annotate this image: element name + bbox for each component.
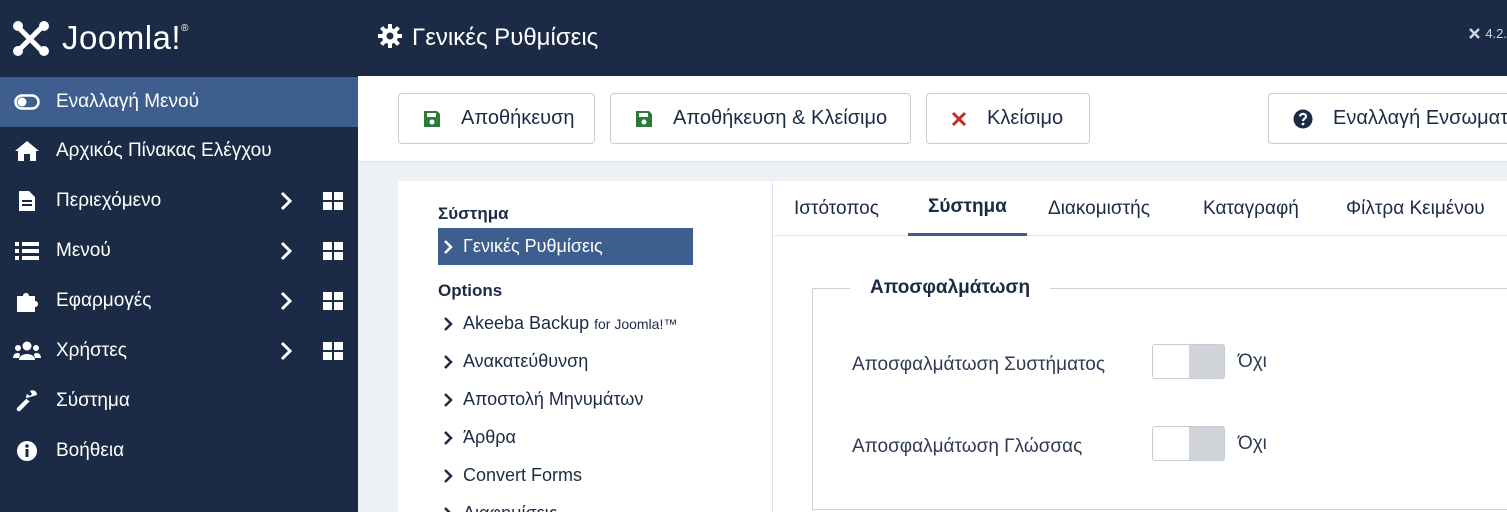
sidebar-item-dashboard[interactable]: Αρχικός Πίνακας Ελέγχου [0, 126, 358, 176]
debug-language-switch[interactable] [1152, 426, 1225, 461]
list-icon [13, 241, 41, 261]
chevron-right-icon [443, 354, 453, 369]
debug-language-value: Όχι [1238, 433, 1267, 454]
config-panel: Σύστημα Γενικές Ρυθμίσεις Options Akeeba… [398, 181, 1507, 512]
page-title: Γενικές Ρυθμίσεις [412, 24, 599, 51]
nav-item-suffix: for Joomla!™ [594, 315, 678, 332]
file-icon [13, 190, 41, 212]
joomla-small-icon [1469, 28, 1481, 39]
brand-name: Joomla! [62, 19, 182, 56]
chevron-right-icon[interactable] [279, 191, 293, 217]
debug-system-label: Αποσφαλμάτωση Συστήματος [852, 354, 1106, 375]
tab-text-filters[interactable]: Φίλτρα Κειμένου [1326, 181, 1505, 236]
sidebar-item-system[interactable]: Σύστημα [0, 376, 358, 426]
close-label: Κλείσιμο [987, 107, 1064, 129]
version-text: 4.2. [1485, 26, 1507, 41]
toolbar: Αποθήκευση Αποθήκευση & Κλείσιμο Κλείσιμ… [358, 76, 1507, 162]
nav-item-messaging[interactable]: Αποστολή Μηνυμάτων [438, 381, 693, 418]
page-header: Γενικές Ρυθμίσεις 4.2. [358, 0, 1507, 76]
tab-server[interactable]: Διακομιστής [1028, 181, 1170, 236]
nav-item-articles[interactable]: Άρθρα [438, 419, 693, 456]
dashboard-grid-icon[interactable] [323, 242, 343, 266]
nav-item-redirect[interactable]: Ανακατεύθυνση [438, 343, 693, 380]
sidebar-item-toggle-menu[interactable]: Εναλλαγή Μενού [0, 77, 358, 127]
sidebar-item-users[interactable]: Χρήστες [0, 326, 358, 376]
nav-item-label: Άρθρα [463, 427, 516, 447]
chevron-right-icon [443, 392, 453, 407]
sidebar-item-label: Σύστημα [56, 390, 130, 411]
tab-bar: Ιστότοπος Σύστημα Διακομιστής Καταγραφή … [774, 181, 1507, 236]
dashboard-grid-icon[interactable] [323, 192, 343, 216]
close-icon [951, 111, 967, 127]
sidebar-item-label: Εφαρμογές [56, 290, 152, 311]
home-icon [13, 140, 41, 162]
gear-icon [378, 23, 402, 53]
nav-item-label: Convert Forms [463, 465, 583, 485]
nav-heading-options: Options [438, 281, 503, 300]
sidebar-item-label: Μενού [56, 240, 111, 261]
nav-item-global-config[interactable]: Γενικές Ρυθμίσεις [438, 228, 693, 265]
chevron-right-icon[interactable] [279, 341, 293, 367]
sidebar-item-help[interactable]: Βοήθεια [0, 426, 358, 476]
nav-item-label: Akeeba Backup [463, 313, 590, 333]
nav-item-label: Ανακατεύθυνση [463, 351, 589, 371]
wrench-icon [13, 390, 41, 412]
chevron-right-icon [443, 430, 453, 445]
sidebar-item-label: Βοήθεια [56, 440, 125, 461]
save-close-button[interactable]: Αποθήκευση & Κλείσιμο [610, 93, 911, 144]
nav-item-akeeba[interactable]: Akeeba Backup for Joomla!™ [438, 305, 693, 342]
chevron-right-icon [443, 239, 453, 254]
save-icon [423, 110, 441, 128]
dashboard-grid-icon[interactable] [323, 292, 343, 316]
nav-item-label: Διαφημίσεις [463, 503, 557, 512]
nav-item-label: Αποστολή Μηνυμάτων [463, 389, 644, 409]
save-button[interactable]: Αποθήκευση [398, 93, 595, 144]
joomla-logo-icon [13, 21, 49, 56]
chevron-right-icon [443, 468, 453, 483]
component-nav: Σύστημα Γενικές Ρυθμίσεις Options Akeeba… [398, 181, 773, 512]
question-icon [1293, 109, 1313, 129]
tab-system[interactable]: Σύστημα [908, 181, 1027, 236]
joomla-logo[interactable]: Joomla!® [0, 0, 358, 76]
debug-system-switch[interactable] [1152, 344, 1225, 379]
tab-logging[interactable]: Καταγραφή [1183, 181, 1319, 236]
info-icon [13, 440, 41, 462]
toggle-icon [13, 94, 41, 110]
help-label: Εναλλαγή Ενσωματ [1333, 107, 1507, 129]
sidebar-item-label: Χρήστες [56, 340, 127, 361]
debug-language-label: Αποσφαλμάτωση Γλώσσας [852, 436, 1083, 457]
save-icon [635, 110, 653, 128]
switch-knob [1153, 345, 1189, 378]
users-icon [13, 341, 41, 361]
close-button[interactable]: Κλείσιμο [926, 93, 1090, 144]
save-label: Αποθήκευση [461, 107, 575, 129]
debug-system-value: Όχι [1238, 351, 1267, 372]
puzzle-icon [13, 289, 41, 313]
chevron-right-icon[interactable] [279, 291, 293, 317]
chevron-right-icon [443, 316, 453, 331]
save-close-label: Αποθήκευση & Κλείσιμο [673, 107, 888, 129]
sidebar-item-label: Περιεχόμενο [56, 190, 162, 211]
nav-item-label: Γενικές Ρυθμίσεις [463, 236, 603, 256]
sidebar-item-label: Εναλλαγή Μενού [56, 91, 199, 112]
debug-legend: Αποσφαλμάτωση [850, 277, 1051, 299]
sidebar-item-label: Αρχικός Πίνακας Ελέγχου [56, 140, 272, 161]
sidebar: Joomla!® Εναλλαγή Μενού Αρχικός Πίνακας … [0, 0, 358, 512]
version-badge: 4.2. [1468, 26, 1507, 41]
chevron-right-icon [443, 506, 453, 512]
dashboard-grid-icon[interactable] [323, 342, 343, 366]
brand-trademark: ® [181, 23, 189, 34]
tab-site[interactable]: Ιστότοπος [774, 181, 899, 236]
nav-heading-system: Σύστημα [438, 204, 509, 223]
debug-fieldset [812, 288, 1507, 510]
switch-knob [1153, 427, 1189, 460]
sidebar-item-content[interactable]: Περιεχόμενο [0, 176, 358, 226]
toggle-inline-help-button[interactable]: Εναλλαγή Ενσωματ [1268, 93, 1507, 144]
nav-item-convert-forms[interactable]: Convert Forms [438, 457, 693, 494]
chevron-right-icon[interactable] [279, 241, 293, 267]
nav-item-banners[interactable]: Διαφημίσεις [438, 495, 693, 512]
sidebar-item-menus[interactable]: Μενού [0, 226, 358, 276]
sidebar-item-extensions[interactable]: Εφαρμογές [0, 276, 358, 326]
